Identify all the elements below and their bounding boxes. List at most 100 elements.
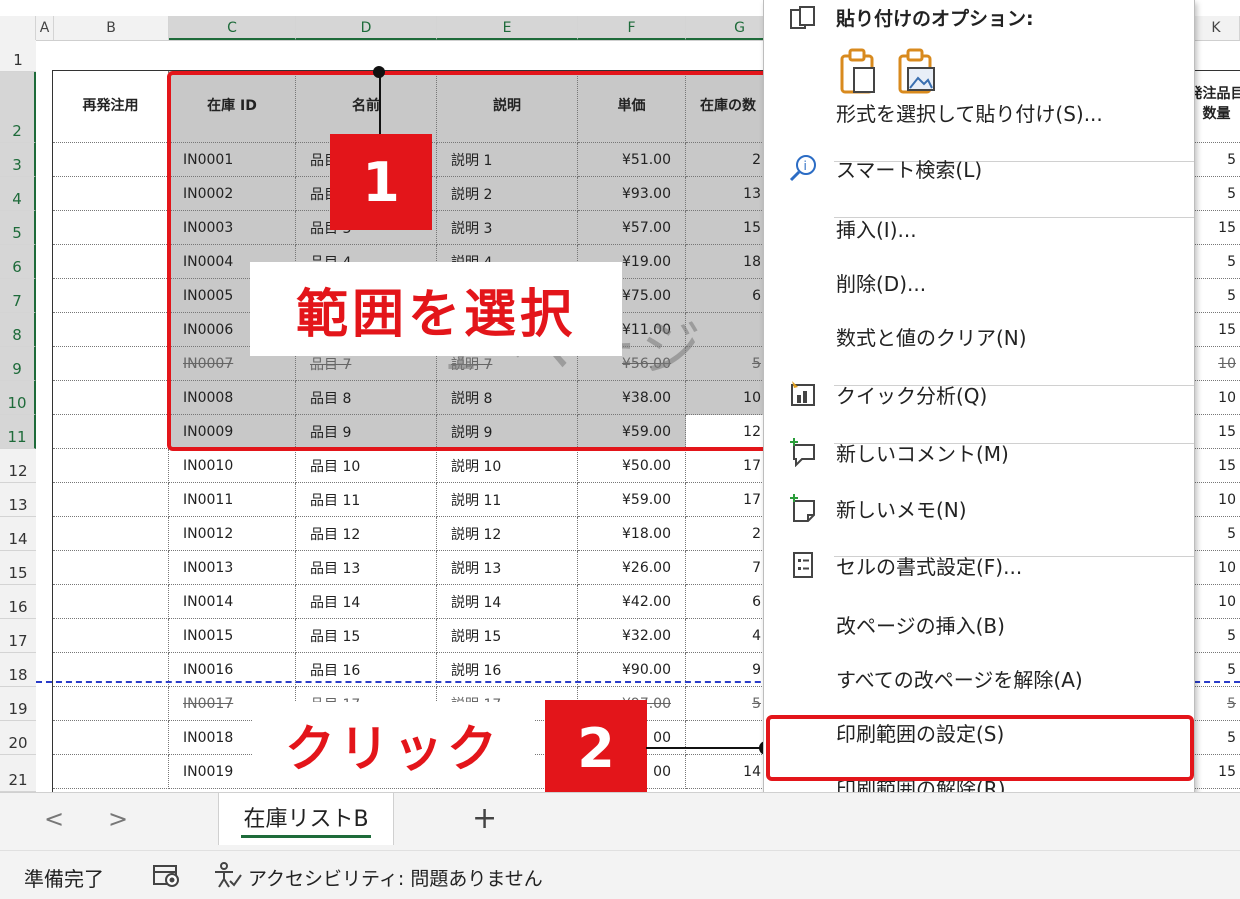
description-cell[interactable]: 説明 10 [437,449,578,483]
sheet-tab-inventory-b[interactable]: 在庫リストB [218,793,394,845]
reorder-cell[interactable] [53,755,169,789]
row-header-4[interactable]: 4 [0,177,36,211]
name-cell[interactable]: 品目 12 [296,517,437,551]
reorder-qty-cell[interactable]: 5 [1193,517,1240,551]
reorder-cell[interactable] [53,517,169,551]
reorder-qty-cell[interactable]: 5 [1193,279,1240,313]
name-cell[interactable]: 品目 13 [296,551,437,585]
reorder-qty-cell[interactable]: 10 [1193,551,1240,585]
reorder-cell[interactable] [53,585,169,619]
unit-price-cell[interactable]: ¥50.00 [578,449,686,483]
row-header-20[interactable]: 20 [0,721,36,755]
row-header-14[interactable]: 14 [0,517,36,551]
menu-item-5[interactable]: 数式と値のクリア(N) [764,316,1194,356]
menu-item-11[interactable]: すべての改ページを解除(A) [764,658,1194,698]
reorder-cell[interactable] [53,483,169,517]
row-header-11[interactable]: 11 [0,415,36,449]
accessibility-icon[interactable] [212,861,242,889]
next-sheet-button[interactable]: > [108,805,128,833]
add-sheet-button[interactable]: + [472,801,497,836]
select-all-corner[interactable] [0,16,36,40]
reorder-cell[interactable] [53,177,169,211]
column-header-e[interactable]: E [437,16,578,40]
row-header-16[interactable]: 16 [0,585,36,619]
inventory-id-cell[interactable]: IN0015 [169,619,296,653]
column-header-d[interactable]: D [296,16,437,40]
inventory-id-cell[interactable]: IN0012 [169,517,296,551]
paste-picture-icon[interactable] [894,46,938,94]
description-cell[interactable]: 説明 14 [437,585,578,619]
inventory-id-cell[interactable]: IN0014 [169,585,296,619]
reorder-qty-cell[interactable]: 10 [1193,483,1240,517]
prev-sheet-button[interactable]: < [44,805,64,833]
header-reorder-qty[interactable]: 発注品目 数量 [1193,71,1240,143]
reorder-qty-cell[interactable]: 10 [1193,347,1240,381]
reorder-cell[interactable] [53,347,169,381]
unit-price-cell[interactable]: ¥26.00 [578,551,686,585]
name-cell[interactable]: 品目 11 [296,483,437,517]
row-header-15[interactable]: 15 [0,551,36,585]
reorder-qty-cell[interactable]: 5 [1193,687,1240,721]
header-reorder[interactable]: 再発注用 [53,71,169,143]
reorder-cell[interactable] [53,551,169,585]
reorder-qty-cell[interactable]: 5 [1193,721,1240,755]
unit-price-cell[interactable]: ¥18.00 [578,517,686,551]
menu-item-10[interactable]: 改ページの挿入(B) [764,604,1194,644]
row-header-17[interactable]: 17 [0,619,36,653]
inventory-id-cell[interactable]: IN0010 [169,449,296,483]
name-cell[interactable]: 品目 10 [296,449,437,483]
column-header-b[interactable]: B [54,16,169,40]
unit-price-cell[interactable]: ¥42.00 [578,585,686,619]
row-header-7[interactable]: 7 [0,279,36,313]
reorder-qty-cell[interactable]: 15 [1193,313,1240,347]
reorder-cell[interactable] [53,143,169,177]
row-header-21[interactable]: 21 [0,755,36,792]
reorder-qty-cell[interactable]: 5 [1193,245,1240,279]
row-header-3[interactable]: 3 [0,143,36,177]
reorder-cell[interactable] [53,279,169,313]
description-cell[interactable]: 説明 12 [437,517,578,551]
reorder-qty-cell[interactable]: 15 [1193,755,1240,789]
column-header-k[interactable]: K [1193,16,1240,40]
row-header-1[interactable]: 1 [0,40,36,72]
row-header-10[interactable]: 10 [0,381,36,415]
unit-price-cell[interactable]: ¥32.00 [578,619,686,653]
menu-item-1[interactable]: 形式を選択して貼り付け(S)... [764,92,1194,132]
reorder-cell[interactable] [53,245,169,279]
inventory-id-cell[interactable]: IN0013 [169,551,296,585]
menu-item-7[interactable]: 新しいコメント(M) [764,432,1194,472]
row-header-9[interactable]: 9 [0,347,36,381]
reorder-cell[interactable] [53,721,169,755]
row-header-6[interactable]: 6 [0,245,36,279]
row-header-5[interactable]: 5 [0,211,36,245]
paste-icon[interactable] [836,46,880,94]
description-cell[interactable]: 説明 15 [437,619,578,653]
row-header-19[interactable]: 19 [0,687,36,721]
inventory-id-cell[interactable]: IN0011 [169,483,296,517]
row-header-13[interactable]: 13 [0,483,36,517]
reorder-cell[interactable] [53,687,169,721]
column-header-a[interactable]: A [36,16,54,40]
menu-item-9[interactable]: セルの書式設定(F)... [764,545,1194,585]
name-cell[interactable]: 品目 14 [296,585,437,619]
reorder-cell[interactable] [53,381,169,415]
menu-item-4[interactable]: 削除(D)... [764,262,1194,302]
reorder-cell[interactable] [53,313,169,347]
reorder-qty-cell[interactable]: 15 [1193,211,1240,245]
name-cell[interactable]: 品目 15 [296,619,437,653]
reorder-qty-cell[interactable]: 10 [1193,585,1240,619]
row-header-2[interactable]: 2 [0,72,36,143]
unit-price-cell[interactable]: ¥59.00 [578,483,686,517]
reorder-qty-cell[interactable]: 15 [1193,449,1240,483]
reorder-cell[interactable] [53,449,169,483]
reorder-qty-cell[interactable]: 10 [1193,381,1240,415]
column-header-f[interactable]: F [578,16,686,40]
reorder-cell[interactable] [53,211,169,245]
reorder-qty-cell[interactable]: 5 [1193,619,1240,653]
reorder-cell[interactable] [53,619,169,653]
description-cell[interactable]: 説明 11 [437,483,578,517]
menu-item-2[interactable]: i スマート検索(L) [764,148,1194,188]
reorder-cell[interactable] [53,415,169,449]
reorder-qty-cell[interactable]: 15 [1193,415,1240,449]
row-header-18[interactable]: 18 [0,653,36,687]
